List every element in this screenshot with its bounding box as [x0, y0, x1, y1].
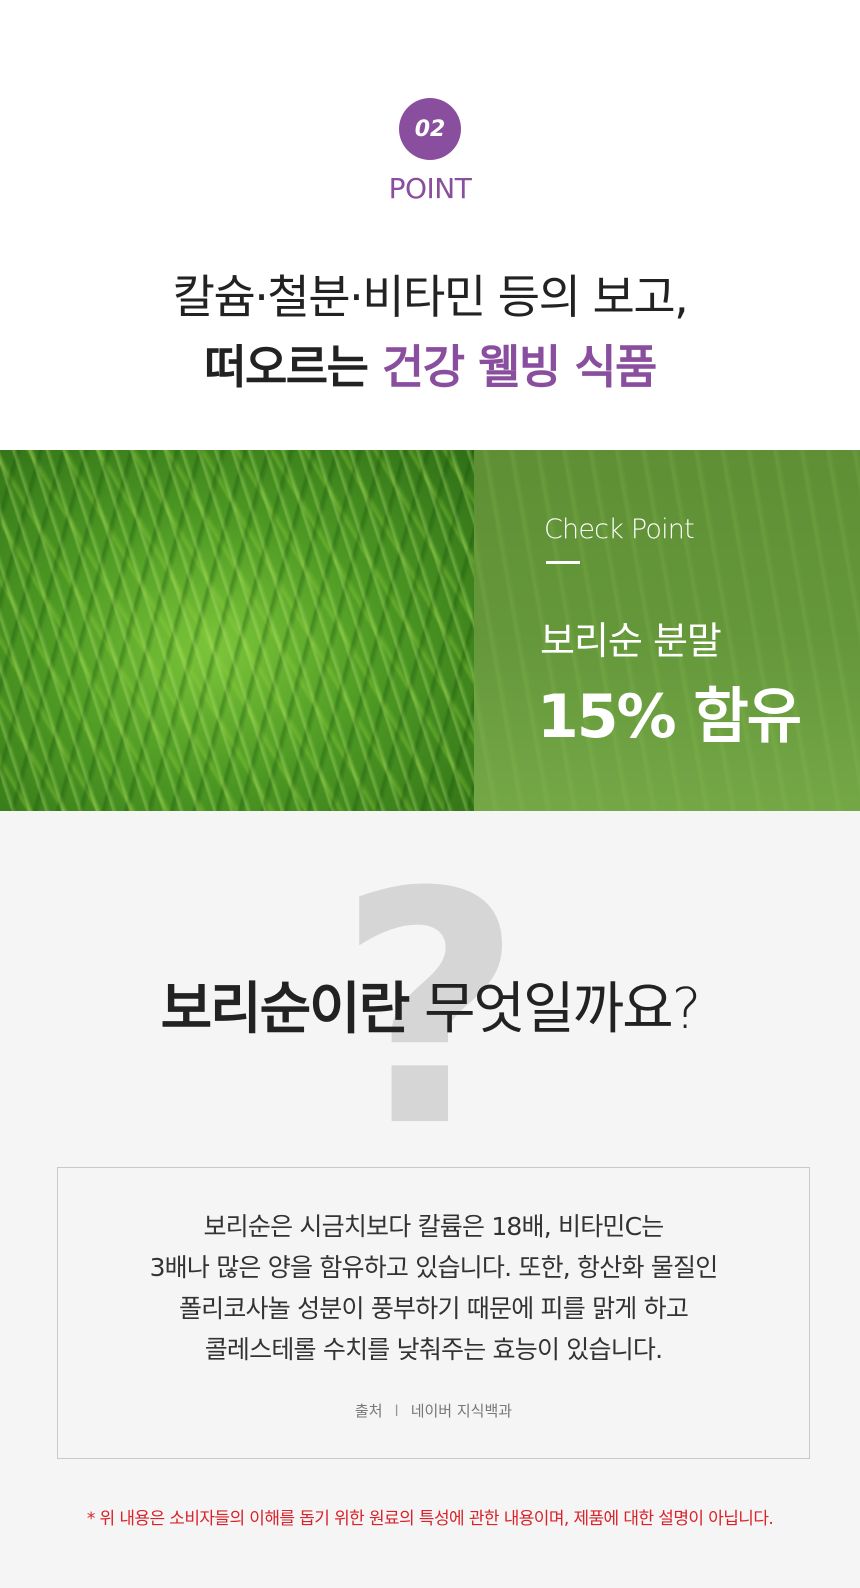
question-section: ? 보리순이란 무엇일까요? 보리순은 시금치보다 칼륨은 18배, 비타민C는… — [0, 811, 860, 1588]
point-header-section: 02 POINT 칼슘·철분·비타민 등의 보고, 떠오르는 건강 웰빙 식품 — [0, 0, 860, 450]
point-number-badge: 02 — [399, 98, 461, 160]
info-line: 콜레스테롤 수치를 낮춰주는 효능이 있습니다. — [204, 1335, 663, 1364]
question-title: 보리순이란 무엇일까요? — [0, 964, 860, 1045]
headline-line-2: 떠오르는 건강 웰빙 식품 — [0, 332, 860, 402]
check-point-subtitle: 보리순 분말 — [540, 619, 722, 663]
check-point-divider — [546, 561, 580, 564]
headline-line-1: 칼슘·철분·비타민 등의 보고, — [172, 270, 689, 324]
barley-sprout-photo — [0, 450, 474, 811]
info-box: 보리순은 시금치보다 칼륨은 18배, 비타민C는 3배나 많은 양을 함유하고… — [57, 1167, 810, 1459]
info-box-text: 보리순은 시금치보다 칼륨은 18배, 비타민C는 3배나 많은 양을 함유하고… — [58, 1206, 809, 1370]
check-point-title: Check Point — [544, 514, 695, 545]
check-point-highlight: 15% 함유 — [537, 682, 802, 752]
question-title-normal: 무엇일까요? — [408, 977, 701, 1042]
info-source: 출처 l 네이버 지식백과 — [58, 1400, 809, 1421]
check-point-band: Check Point 보리순 분말 15% 함유 — [0, 450, 860, 811]
source-label: 출처 — [354, 1402, 383, 1420]
info-line: 보리순은 시금치보다 칼륨은 18배, 비타민C는 — [203, 1212, 664, 1241]
point-number: 02 — [414, 116, 446, 142]
source-name: 네이버 지식백과 — [410, 1402, 513, 1420]
headline-line-2-accent: 건강 웰빙 식품 — [381, 340, 657, 394]
headline-line-2-plain: 떠오르는 — [204, 340, 382, 394]
point-label: POINT — [388, 172, 472, 205]
info-line: 폴리코사놀 성분이 풍부하기 때문에 피를 맑게 하고 — [178, 1294, 689, 1323]
source-separator: l — [394, 1402, 399, 1420]
headline: 칼슘·철분·비타민 등의 보고, 떠오르는 건강 웰빙 식품 — [0, 262, 860, 402]
check-point-panel: Check Point 보리순 분말 15% 함유 — [474, 450, 860, 811]
question-title-bold: 보리순이란 — [160, 977, 411, 1042]
info-line: 3배나 많은 양을 함유하고 있습니다. 또한, 항산화 물질인 — [149, 1253, 719, 1282]
disclaimer-note: * 위 내용은 소비자들의 이해를 돕기 위한 원료의 특성에 관한 내용이며,… — [86, 1509, 774, 1529]
